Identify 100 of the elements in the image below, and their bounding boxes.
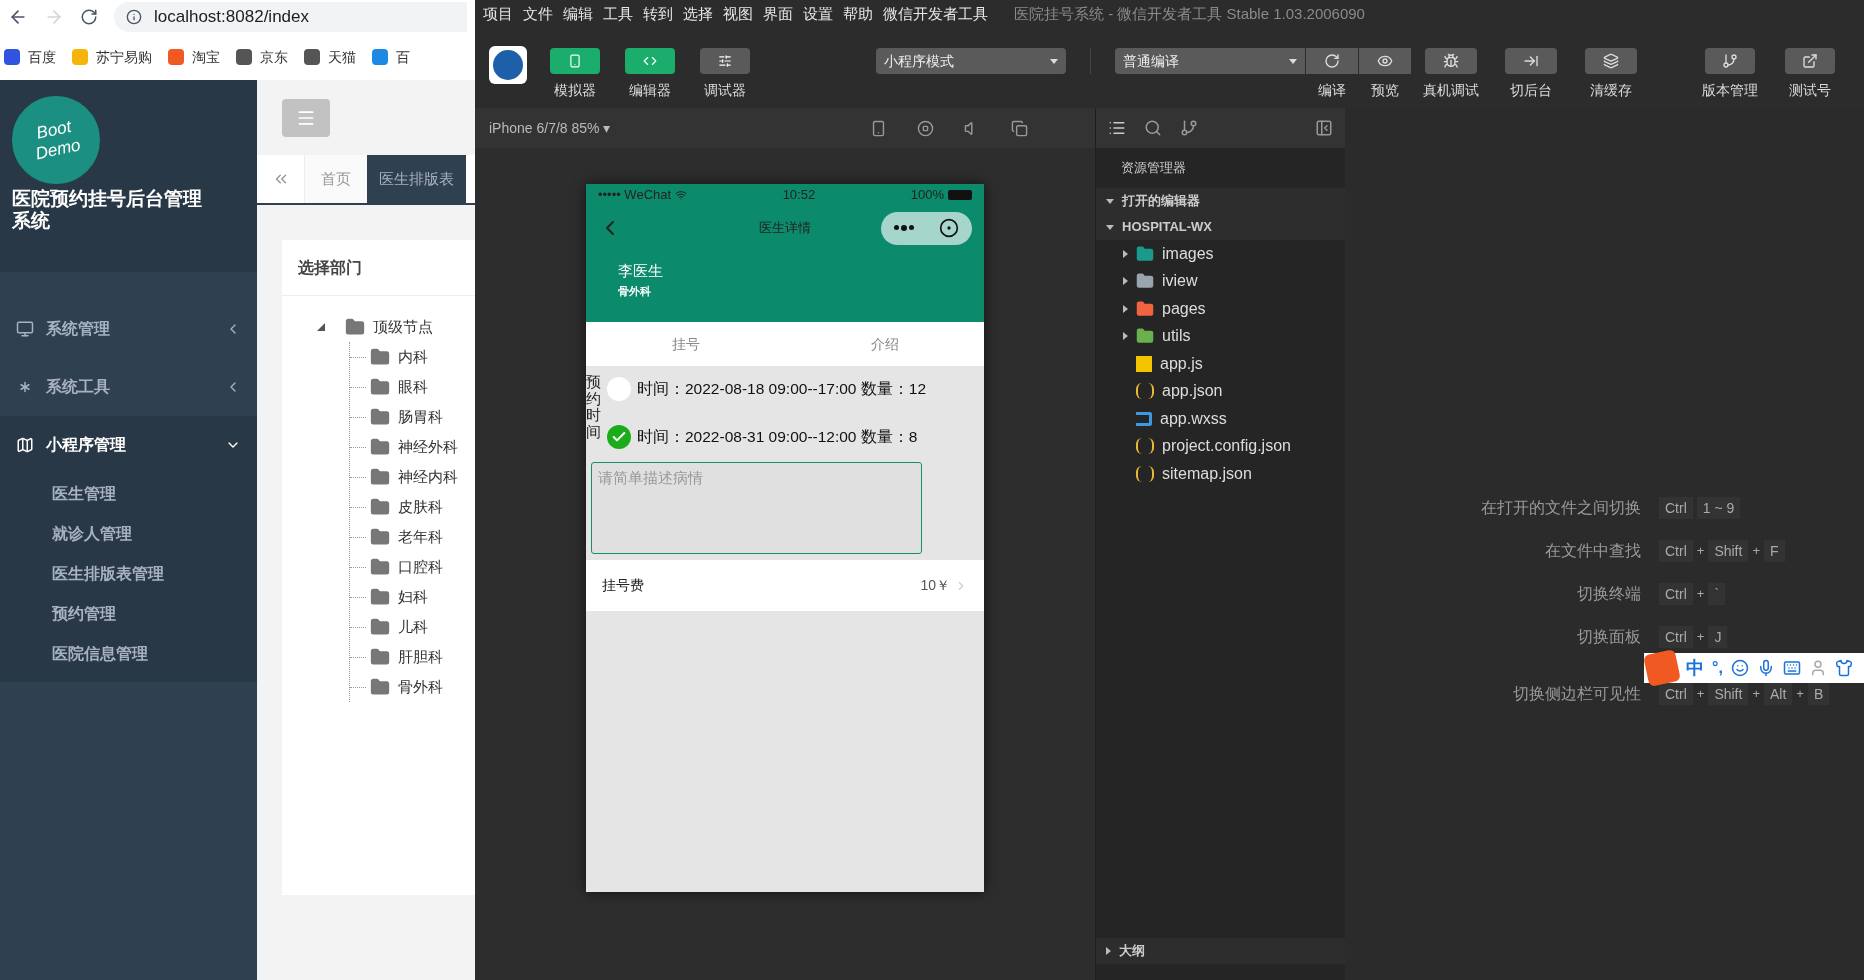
tree-node[interactable]: 口腔科: [370, 555, 443, 579]
file-tree-item[interactable]: app.json: [1096, 377, 1345, 405]
menu-item[interactable]: 转到: [643, 2, 673, 26]
bookmark[interactable]: 淘宝: [168, 46, 220, 68]
toolbar-label: 切后台: [1510, 81, 1552, 100]
tree-node[interactable]: 皮肤科: [370, 495, 443, 519]
bookmark[interactable]: 百: [372, 46, 410, 68]
file-tree-item[interactable]: iview: [1096, 267, 1345, 295]
bookmark[interactable]: 百度: [4, 46, 56, 68]
branch-icon: [1722, 53, 1738, 69]
stop-icon[interactable]: [917, 119, 935, 137]
url-text: localhost:8082/index: [154, 6, 309, 29]
input-method-toolbar[interactable]: 中 °,: [1644, 653, 1864, 683]
panel-toggle-button[interactable]: [549, 48, 600, 74]
menu-item[interactable]: 视图: [723, 2, 753, 26]
avatar-icon[interactable]: [489, 46, 527, 84]
device-select[interactable]: iPhone 6/7/8 85% ▾: [489, 117, 611, 139]
tree-node[interactable]: 顶级节点: [317, 312, 475, 342]
address-bar[interactable]: localhost:8082/index: [114, 2, 467, 32]
file-tree-item[interactable]: app.wxss: [1096, 405, 1345, 433]
search-icon[interactable]: [1144, 119, 1162, 137]
list-icon[interactable]: [1108, 119, 1126, 137]
submenu-item[interactable]: 预约管理: [0, 594, 257, 634]
section-header[interactable]: 打开的编辑器: [1096, 188, 1345, 214]
file-tree-item[interactable]: project.config.json: [1096, 432, 1345, 460]
file-tree-item[interactable]: sitemap.json: [1096, 460, 1345, 488]
tree-node[interactable]: 骨外科: [370, 675, 443, 699]
bookmark[interactable]: 京东: [236, 46, 288, 68]
toolbar-button[interactable]: [1505, 48, 1557, 74]
keyboard-icon[interactable]: [1782, 659, 1801, 677]
dropdown-icon: [1050, 58, 1058, 64]
file-tree-item[interactable]: images: [1096, 240, 1345, 268]
tree-node[interactable]: 老年科: [370, 525, 443, 549]
toolbar-button[interactable]: [1306, 48, 1358, 74]
mode-select[interactable]: 小程序模式: [876, 48, 1066, 74]
ime-mode-text[interactable]: 中: [1686, 654, 1704, 682]
section-header[interactable]: HOSPITAL-WX: [1096, 214, 1345, 240]
panel-toggle-button[interactable]: [624, 48, 675, 74]
menu-item[interactable]: 工具: [603, 2, 633, 26]
submenu-item[interactable]: 医院信息管理: [0, 634, 257, 674]
submenu-item[interactable]: 医生排版表管理: [0, 554, 257, 594]
time-slot-option[interactable]: 时间：2022-08-18 09:00--17:00 数量：12: [607, 372, 927, 406]
tree-node[interactable]: 眼科: [370, 375, 428, 399]
panel-title: 资源管理器: [1120, 159, 1187, 178]
capsule-menu[interactable]: [881, 211, 972, 245]
reload-icon[interactable]: [80, 8, 98, 26]
caret-icon: [1123, 277, 1128, 286]
shortcut-label: 切换终端: [1576, 584, 1641, 604]
ime-punct-text[interactable]: °,: [1712, 656, 1723, 680]
toolbar-button[interactable]: [1359, 48, 1411, 74]
description-field[interactable]: 请简单描述病情: [591, 462, 922, 554]
menu-item[interactable]: 界面: [763, 2, 793, 26]
toolbar-button[interactable]: [1705, 48, 1755, 74]
tree-node[interactable]: 肝胆科: [370, 645, 443, 669]
compile-select[interactable]: 普通编译: [1115, 48, 1305, 74]
menu-item[interactable]: 微信开发者工具: [883, 2, 988, 26]
collapse-icon[interactable]: [1315, 119, 1333, 137]
tree-node[interactable]: 内科: [370, 345, 428, 369]
submenu-item[interactable]: 医生管理: [0, 474, 257, 514]
panel-toggle-button[interactable]: [699, 48, 750, 74]
smile-icon[interactable]: [1730, 659, 1749, 677]
tree-node[interactable]: 肠胃科: [370, 405, 443, 429]
menu-item[interactable]: 系统工具: [0, 358, 257, 416]
branch-icon[interactable]: [1180, 119, 1198, 137]
bookmark[interactable]: 苏宁易购: [72, 46, 152, 68]
menu-item[interactable]: 系统管理: [0, 300, 257, 358]
menu-item[interactable]: 设置: [803, 2, 833, 26]
menu-item[interactable]: 小程序管理: [0, 416, 257, 474]
section-header[interactable]: 大纲: [1096, 938, 1345, 964]
submenu-item[interactable]: 就诊人管理: [0, 514, 257, 554]
menu-item[interactable]: 编辑: [563, 2, 593, 26]
phone-tab[interactable]: 介绍: [785, 322, 984, 366]
tree-node[interactable]: 神经内科: [370, 465, 458, 489]
key-cap: Ctrl: [1659, 683, 1693, 705]
tree-node[interactable]: 神经外科: [370, 435, 458, 459]
wifi-icon: [675, 189, 688, 201]
windows-icon[interactable]: [1011, 119, 1029, 137]
bookmark[interactable]: 天猫: [304, 46, 356, 68]
page-tab[interactable]: 医生排版表: [367, 155, 466, 203]
plus-text: +: [1696, 628, 1705, 647]
menu-item[interactable]: 帮助: [843, 2, 873, 26]
plus-text: +: [1796, 685, 1804, 704]
tree-node[interactable]: 儿科: [370, 615, 428, 639]
phone-tab[interactable]: 挂号: [586, 322, 785, 366]
menu-item[interactable]: 项目: [483, 2, 513, 26]
file-tree-item[interactable]: app.js: [1096, 350, 1345, 378]
menu-toggle-button[interactable]: [282, 98, 330, 137]
folder-icon: [370, 407, 390, 427]
menu-item[interactable]: 文件: [523, 2, 553, 26]
file-tree-item[interactable]: utils: [1096, 322, 1345, 350]
toolbar-button[interactable]: [1785, 48, 1835, 74]
toolbar-button[interactable]: [1585, 48, 1637, 74]
menu-item[interactable]: 选择: [683, 2, 713, 26]
time-slot-option[interactable]: 时间：2022-08-31 09:00--12:00 数量：8: [607, 420, 927, 454]
shirt-icon[interactable]: [1834, 659, 1853, 677]
toolbar-button[interactable]: [1425, 48, 1477, 74]
tree-node[interactable]: 妇科: [370, 585, 428, 609]
fee-value: 10￥: [920, 576, 950, 595]
key-cap: Shift: [1708, 540, 1749, 562]
file-tree-item[interactable]: pages: [1096, 295, 1345, 323]
